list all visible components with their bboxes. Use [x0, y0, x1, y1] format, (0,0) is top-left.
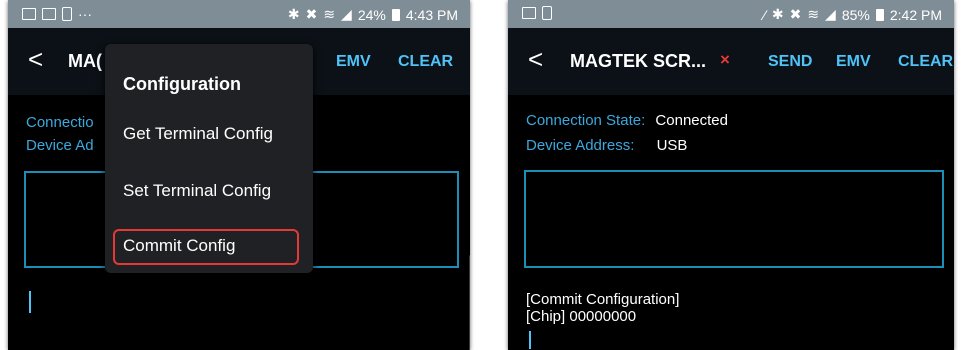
- right-phone-screen: ∕ ✱ ✖ ≋ ◢ 85% 2:42 PM < MAGTEK SCR... × …: [508, 0, 954, 350]
- status-time: 4:43 PM: [405, 6, 458, 23]
- device-address-row: Device Address: USB: [526, 137, 687, 154]
- main-content: Connection State: Connected Device Addre…: [508, 95, 954, 350]
- back-button[interactable]: <: [28, 46, 43, 72]
- close-icon[interactable]: ×: [720, 50, 730, 70]
- log-output: [Commit Configuration] [Chip] 00000000: [526, 291, 679, 325]
- app-toolbar: < MAGTEK SCR... × SEND EMV CLEAR: [508, 28, 954, 95]
- status-bar: ··· ✱ ✖ ≋ ◢ 24% 4:43 PM: [8, 0, 470, 28]
- signal-icon: ◢: [341, 6, 352, 22]
- emv-button[interactable]: EMV: [336, 53, 371, 71]
- clear-button[interactable]: CLEAR: [898, 53, 953, 71]
- emv-button[interactable]: EMV: [836, 53, 871, 71]
- mute-icon: ✖: [305, 6, 318, 22]
- back-button[interactable]: <: [528, 46, 543, 72]
- connection-state-row: Connection State: Connected: [526, 112, 728, 129]
- app-icon: [542, 6, 552, 20]
- status-time: 2:42 PM: [889, 6, 942, 23]
- more-icon: ···: [78, 6, 92, 22]
- left-phone-screen: ··· ✱ ✖ ≋ ◢ 24% 4:43 PM < MA( EMV CLEAR …: [8, 0, 470, 350]
- person-icon: [62, 7, 72, 21]
- battery-icon: [391, 8, 400, 21]
- clear-button[interactable]: CLEAR: [398, 53, 453, 71]
- app-title: MA(: [68, 51, 102, 71]
- mute-icon: ✖: [789, 6, 802, 22]
- scrollbar[interactable]: [469, 255, 470, 350]
- device-address-value: USB: [656, 137, 688, 154]
- text-cursor: [29, 291, 31, 313]
- log-line: [Commit Configuration]: [526, 291, 680, 308]
- image-icon: [22, 8, 36, 20]
- device-address-label: Device Ad: [26, 137, 94, 154]
- menu-item-set-terminal-config[interactable]: Set Terminal Config: [123, 181, 271, 201]
- battery-percent: 24%: [357, 6, 386, 23]
- text-cursor: [529, 331, 531, 349]
- image-icon: [42, 8, 56, 20]
- battery-percent: 85%: [841, 6, 870, 23]
- battery-icon: [875, 8, 884, 21]
- wifi-icon: ≋: [323, 6, 336, 22]
- connection-state-label: Connectio: [26, 114, 94, 131]
- status-bar: ∕ ✱ ✖ ≋ ◢ 85% 2:42 PM: [508, 0, 954, 28]
- connection-state-label: Connection State:: [526, 112, 646, 129]
- pen-icon: ∕: [763, 6, 766, 23]
- input-area[interactable]: [524, 170, 944, 268]
- menu-item-get-terminal-config[interactable]: Get Terminal Config: [123, 124, 273, 144]
- configuration-menu: Configuration Get Terminal Config Set Te…: [105, 44, 313, 273]
- connection-state-value: Connected: [655, 112, 728, 129]
- menu-title: Configuration: [123, 74, 241, 94]
- signal-icon: ◢: [825, 6, 836, 22]
- bluetooth-icon: ✱: [287, 6, 300, 22]
- send-button[interactable]: SEND: [768, 53, 812, 71]
- app-title: MAGTEK SCR...: [570, 51, 707, 71]
- image-icon: [522, 7, 536, 19]
- device-address-label: Device Address:: [526, 137, 635, 154]
- bluetooth-icon: ✱: [771, 6, 784, 22]
- wifi-icon: ≋: [807, 6, 820, 22]
- log-line: [Chip] 00000000: [526, 308, 637, 325]
- menu-item-commit-config[interactable]: Commit Config: [123, 236, 235, 256]
